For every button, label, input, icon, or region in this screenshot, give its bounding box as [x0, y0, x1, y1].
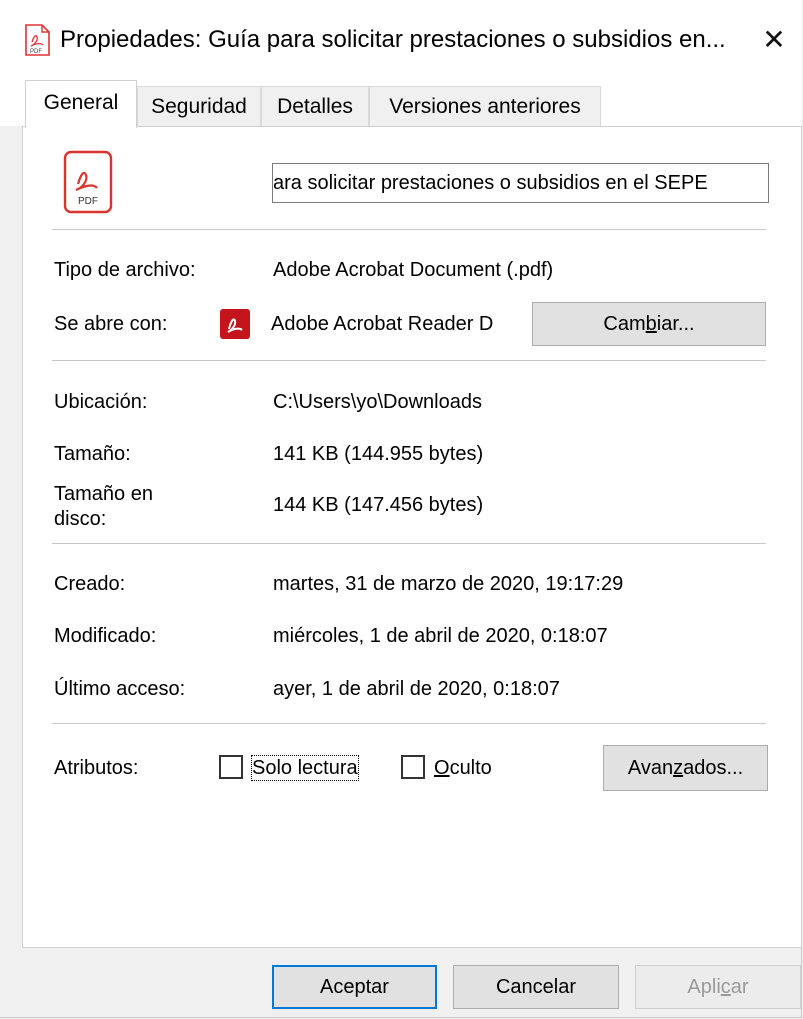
hidden-checkbox-label[interactable]: Oculto [434, 756, 492, 780]
apply-button-pre: Apli [687, 976, 721, 998]
tab-seguridad-label: Seguridad [151, 95, 247, 118]
accessed-label: Último acceso: [54, 678, 186, 700]
ok-button-label: Aceptar [320, 976, 389, 998]
created-value: martes, 31 de marzo de 2020, 19:17:29 [273, 573, 624, 595]
apply-button-post: ar [730, 976, 749, 998]
change-button-text: Cam [603, 313, 646, 335]
cancel-button[interactable]: Cancelar [453, 965, 619, 1009]
modified-label: Modificado: [54, 625, 157, 647]
file-type-label: Tipo de archivo: [54, 259, 196, 281]
hidden-label-post: culto [449, 757, 492, 779]
separator [52, 723, 766, 724]
title-bar[interactable]: PDF Propiedades: Guía para solicitar pre… [0, 0, 802, 80]
attributes-label: Atributos: [54, 757, 139, 779]
window-title: Propiedades: Guía para solicitar prestac… [60, 26, 726, 53]
change-button[interactable]: Cambiar... [532, 302, 766, 346]
general-panel [22, 126, 802, 948]
advanced-button-post: ados... [683, 757, 744, 779]
tab-versiones-label: Versiones anteriores [389, 95, 581, 118]
disk-size-label-1: Tamaño en [54, 483, 153, 505]
cancel-button-label: Cancelar [495, 976, 577, 998]
svg-text:PDF: PDF [30, 49, 42, 55]
advanced-button-pre: Avan [627, 757, 674, 779]
modified-value: miércoles, 1 de abril de 2020, 0:18:07 [273, 625, 608, 647]
close-button[interactable]: ✕ [752, 20, 796, 60]
acrobat-reader-icon [220, 309, 250, 339]
pdf-file-icon: PDF [25, 24, 50, 56]
file-name-text: ara solicitar prestaciones o subsidios e… [273, 172, 708, 194]
pdf-icon-text: PDF [78, 196, 98, 207]
opens-with-label: Se abre con: [54, 313, 168, 335]
change-button-text-rest: iar... [656, 313, 695, 335]
pdf-file-icon: PDF [63, 150, 113, 214]
tab-versiones-anteriores[interactable]: Versiones anteriores [369, 86, 601, 126]
readonly-checkbox-label[interactable]: Solo lectura [251, 755, 359, 781]
location-label: Ubicación: [54, 391, 148, 413]
hidden-label-accel: O [434, 757, 450, 779]
tab-detalles[interactable]: Detalles [261, 86, 369, 126]
advanced-button-accel: z [673, 757, 684, 779]
disk-size-value: 144 KB (147.456 bytes) [273, 494, 484, 516]
advanced-button[interactable]: Avanzados... [603, 745, 768, 791]
tab-general[interactable]: General [25, 80, 137, 128]
tab-general-label: General [43, 91, 119, 114]
apply-button[interactable]: Aplicar [635, 965, 801, 1009]
created-label: Creado: [54, 573, 126, 595]
separator [52, 229, 766, 230]
ok-button[interactable]: Aceptar [272, 965, 437, 1009]
tab-detalles-label: Detalles [277, 95, 353, 118]
separator [52, 543, 766, 544]
tab-seguridad[interactable]: Seguridad [137, 86, 261, 126]
accessed-value: ayer, 1 de abril de 2020, 0:18:07 [273, 678, 560, 700]
apply-button-accel: c [720, 976, 731, 998]
properties-dialog: PDF Propiedades: Guía para solicitar pre… [0, 0, 802, 1018]
opens-with-value: Adobe Acrobat Reader D [271, 313, 494, 335]
size-label: Tamaño: [54, 443, 131, 465]
hidden-checkbox[interactable] [401, 755, 425, 779]
change-button-accel: b [645, 313, 657, 335]
separator [52, 360, 766, 361]
location-value: C:\Users\yo\Downloads [273, 391, 482, 413]
size-value: 141 KB (144.955 bytes) [273, 443, 484, 465]
disk-size-label-2: disco: [54, 508, 107, 530]
readonly-checkbox[interactable] [219, 755, 243, 779]
file-type-value: Adobe Acrobat Document (.pdf) [273, 259, 554, 281]
file-name-input[interactable]: ara solicitar prestaciones o subsidios e… [272, 163, 769, 203]
